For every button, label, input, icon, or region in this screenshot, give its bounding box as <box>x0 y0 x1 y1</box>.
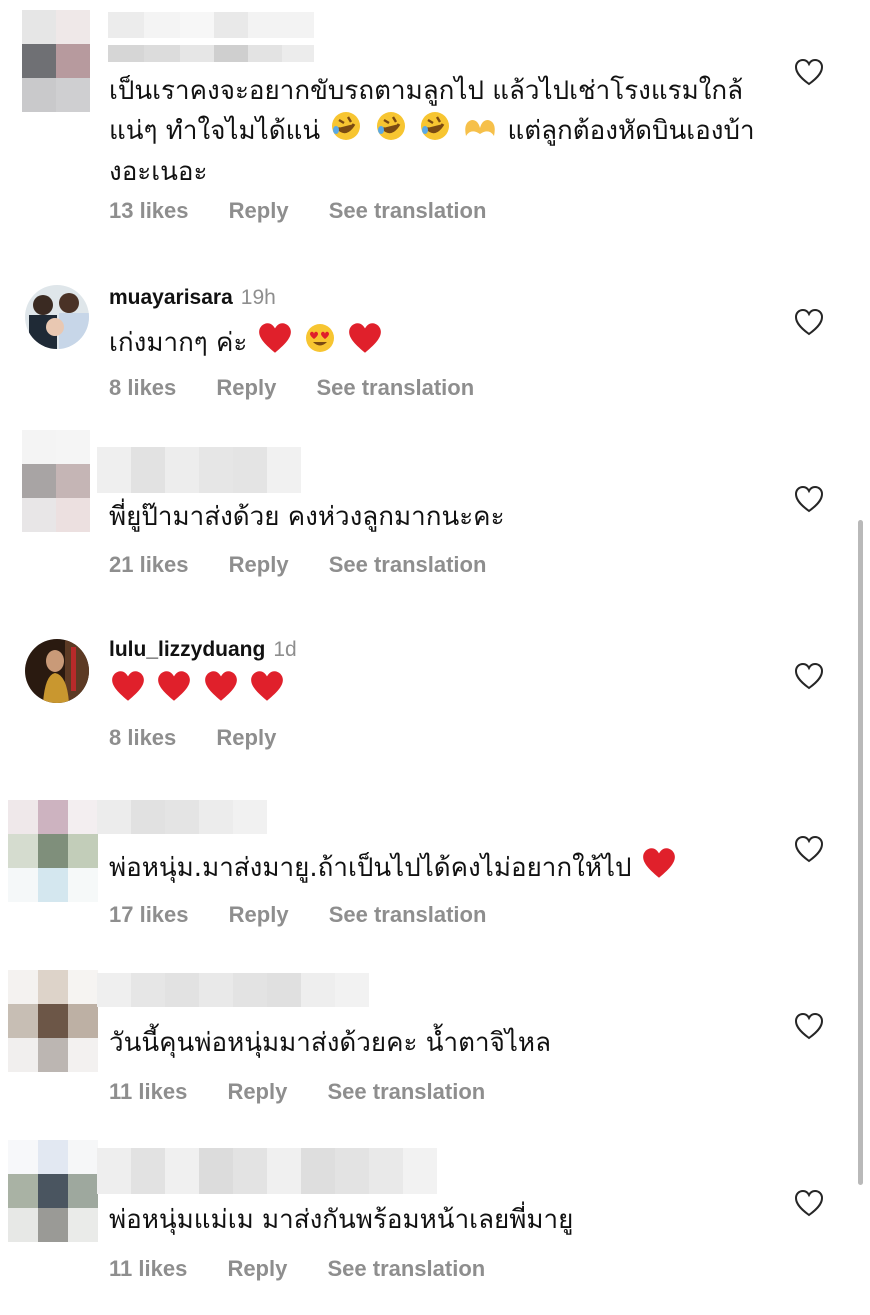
red-heart-emoji <box>642 847 676 890</box>
avatar[interactable] <box>8 970 98 1072</box>
comment-actions: 17 likes Reply See translation <box>109 902 520 928</box>
blurred-username[interactable] <box>97 973 369 1007</box>
blurred-username[interactable] <box>97 800 267 834</box>
see-translation-button[interactable]: See translation <box>316 375 474 400</box>
red-heart-emoji <box>111 670 145 713</box>
comment-actions: 11 likes Reply See translation <box>109 1256 519 1282</box>
red-heart-emoji <box>250 670 284 713</box>
blurred-username[interactable] <box>108 12 314 38</box>
likes-count[interactable]: 17 likes <box>109 902 189 927</box>
likes-count[interactable]: 8 likes <box>109 375 176 400</box>
heart-outline-icon[interactable] <box>794 662 824 690</box>
heart-outline-icon[interactable] <box>794 58 824 86</box>
comment-text: วันนี้คุนพ่อหนุ่มมาส่งด้วยคะ น้ำตาจิไหล <box>109 1028 551 1058</box>
comment-text: เป็นเราคงจะอยากขับรถตามลูกไป แล้วไปเช่าโ… <box>109 76 755 187</box>
comment-text: พ่อหนุ่มแม่เม มาส่งกันพร้อมหน้าเลยพี่มาย… <box>109 1205 574 1235</box>
avatar[interactable] <box>22 430 90 532</box>
reply-button[interactable]: Reply <box>216 725 276 750</box>
likes-count[interactable]: 11 likes <box>109 1079 187 1104</box>
avatar[interactable] <box>8 800 98 902</box>
rolling-laughing-emoji <box>330 110 362 153</box>
reply-button[interactable]: Reply <box>216 375 276 400</box>
heart-hands-emoji <box>463 113 497 151</box>
heart-outline-icon[interactable] <box>794 835 824 863</box>
red-heart-emoji <box>204 670 238 713</box>
avatar[interactable] <box>25 639 89 703</box>
reply-button[interactable]: Reply <box>229 552 289 577</box>
comment-actions: 13 likes Reply See translation <box>109 198 520 224</box>
username[interactable]: lulu_lizzyduang 1d <box>109 638 297 662</box>
reply-button[interactable]: Reply <box>227 1256 287 1281</box>
timestamp: 19h <box>240 286 276 309</box>
blurred-timestamp <box>108 45 314 62</box>
reply-button[interactable]: Reply <box>229 198 289 223</box>
heart-outline-icon[interactable] <box>794 308 824 336</box>
see-translation-button[interactable]: See translation <box>327 1256 485 1281</box>
likes-count[interactable]: 13 likes <box>109 198 189 223</box>
comment-text <box>109 670 759 713</box>
timestamp: 1d <box>273 638 297 661</box>
reply-button[interactable]: Reply <box>229 902 289 927</box>
red-heart-emoji <box>348 322 382 365</box>
heart-outline-icon[interactable] <box>794 1012 824 1040</box>
comment-actions: 21 likes Reply See translation <box>109 552 520 578</box>
see-translation-button[interactable]: See translation <box>329 552 487 577</box>
comment-actions: 11 likes Reply See translation <box>109 1079 519 1105</box>
comment-text: เก่งมากๆ ค่ะ <box>109 322 759 365</box>
rolling-laughing-emoji <box>375 110 407 153</box>
heart-eyes-emoji <box>304 322 336 365</box>
comment-actions: 8 likes Reply <box>109 725 310 751</box>
reply-button[interactable]: Reply <box>227 1079 287 1104</box>
likes-count[interactable]: 21 likes <box>109 552 189 577</box>
red-heart-emoji <box>258 322 292 365</box>
likes-count[interactable]: 8 likes <box>109 725 176 750</box>
see-translation-button[interactable]: See translation <box>329 198 487 223</box>
rolling-laughing-emoji <box>419 110 451 153</box>
heart-outline-icon[interactable] <box>794 1189 824 1217</box>
username[interactable]: muayarisara 19h <box>109 286 276 310</box>
likes-count[interactable]: 11 likes <box>109 1256 187 1281</box>
avatar[interactable] <box>25 285 89 349</box>
scrollbar[interactable] <box>858 520 863 1185</box>
blurred-username[interactable] <box>97 1148 437 1194</box>
avatar[interactable] <box>22 10 90 112</box>
see-translation-button[interactable]: See translation <box>329 902 487 927</box>
comment-text: พ่อหนุ่ม.มาส่งมายู.ถ้าเป็นไปได้คงไม่อยาก… <box>109 847 759 890</box>
blurred-username[interactable] <box>97 447 301 493</box>
avatar[interactable] <box>8 1140 98 1242</box>
heart-outline-icon[interactable] <box>794 485 824 513</box>
comment-text: พี่ยูป๊ามาส่งด้วย คงห่วงลูกมากนะคะ <box>109 502 505 532</box>
red-heart-emoji <box>157 670 191 713</box>
see-translation-button[interactable]: See translation <box>327 1079 485 1104</box>
comment-actions: 8 likes Reply See translation <box>109 375 508 401</box>
